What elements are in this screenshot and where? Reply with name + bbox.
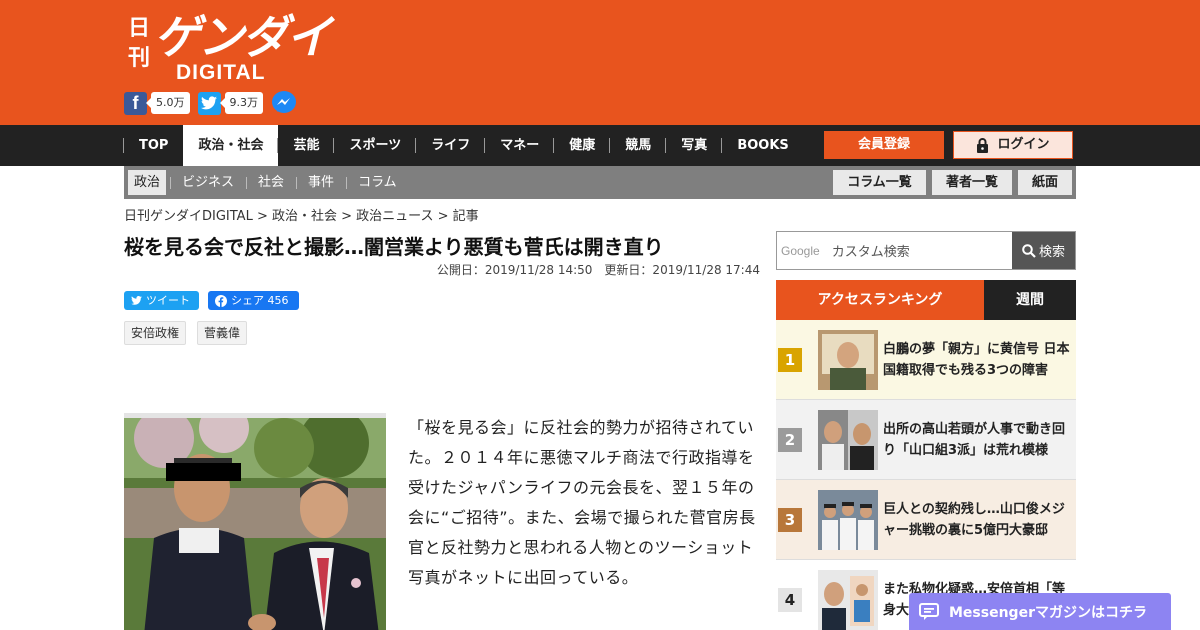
subnav-item-column[interactable]: コラム — [346, 170, 409, 195]
rank-number: 4 — [778, 588, 802, 612]
nav-item-photos[interactable]: 写真 — [665, 125, 722, 166]
search-box: Google カスタム検索 検索 — [776, 231, 1076, 270]
ranking-item[interactable]: 2 出所の高山若頭が人事で動き回り「山口組3派」は荒れ模様 — [776, 400, 1076, 480]
google-brand: Google — [781, 243, 820, 258]
author-list-button[interactable]: 著者一覧 — [932, 170, 1012, 195]
login-button[interactable]: ログイン — [953, 131, 1073, 159]
search-input[interactable]: Google カスタム検索 — [777, 232, 1013, 269]
twitter-icon[interactable] — [197, 91, 221, 115]
sub-nav: 政治 ビジネス 社会 事件 コラム コラム一覧 著者一覧 紙面 — [124, 166, 1076, 199]
twitter-count: 9.3万 — [219, 92, 263, 114]
messenger-icon[interactable] — [271, 90, 297, 116]
logo-main-text: ゲンダイ — [154, 10, 332, 64]
ranking-tabs: アクセスランキング 週間 — [776, 280, 1076, 320]
ranking-title: 巨人との契約残し…山口俊メジャー挑戦の裏に5億円大豪邸 — [883, 502, 1065, 538]
twitter-icon — [131, 296, 142, 305]
subnav-item-society[interactable]: 社会 — [246, 170, 296, 195]
nav-item-health[interactable]: 健康 — [553, 125, 610, 166]
ranking-title: 白鵬の夢「親方」に黄信号 日本国籍取得でも残る3つの障害 — [883, 342, 1070, 378]
login-label: ログイン — [997, 137, 1050, 152]
rank-number: 3 — [778, 508, 802, 532]
social-counts: f 5.0万 9.3万 — [124, 91, 297, 115]
site-header: 日刊 ゲンダイ DIGITAL f 5.0万 9.3万 — [0, 0, 1200, 125]
tag-abe-administration[interactable]: 安倍政権 — [124, 321, 187, 345]
ranking-thumbnail — [818, 330, 878, 390]
ranking-item[interactable]: 1 白鵬の夢「親方」に黄信号 日本国籍取得でも残る3つの障害 — [776, 320, 1076, 400]
nav-item-top[interactable]: TOP — [122, 125, 183, 166]
register-button[interactable]: 会員登録 — [824, 131, 944, 159]
messenger-banner[interactable]: Messengerマガジンはコチラ — [909, 593, 1171, 630]
share-label: シェア 456 — [231, 294, 289, 307]
subnav-item-incidents[interactable]: 事件 — [296, 170, 346, 195]
ranking-thumbnail — [818, 410, 878, 470]
site-logo[interactable]: 日刊 ゲンダイ DIGITAL — [126, 10, 332, 84]
nav-item-entertainment[interactable]: 芸能 — [277, 125, 334, 166]
tab-access-ranking[interactable]: アクセスランキング — [776, 280, 984, 320]
facebook-count: 5.0万 — [146, 92, 190, 114]
facebook-icon[interactable]: f — [124, 91, 147, 115]
messenger-banner-label: Messengerマガジンはコチラ — [949, 604, 1147, 621]
article-title: 桜を見る会で反社と撮影…闇営業より悪質も菅氏は開き直り — [124, 235, 664, 259]
newspaper-button[interactable]: 紙面 — [1018, 170, 1072, 195]
main-nav: TOP 政治・社会 芸能 スポーツ ライフ マネー 健康 競馬 写真 BOOKS… — [0, 125, 1200, 166]
tweet-button[interactable]: ツイート — [124, 291, 199, 310]
ranking-thumbnail — [818, 570, 878, 630]
ranking-title: 出所の高山若頭が人事で動き回り「山口組3派」は荒れ模様 — [883, 422, 1066, 458]
rank-number: 1 — [778, 348, 802, 372]
article-photo[interactable] — [124, 413, 386, 630]
ranking-thumbnail — [818, 490, 878, 550]
logo-small-text: 日刊 — [128, 16, 151, 71]
subnav-item-politics[interactable]: 政治 — [128, 170, 167, 195]
nav-item-politics-society[interactable]: 政治・社会 — [183, 125, 279, 166]
tweet-label: ツイート — [146, 294, 190, 307]
article-dates: 公開日：2019/11/28 14:50 更新日：2019/11/28 17:4… — [436, 263, 760, 277]
page: 日刊 ゲンダイ DIGITAL f 5.0万 9.3万 TOP 政治・社会 芸能… — [0, 0, 1200, 630]
breadcrumb[interactable]: 日刊ゲンダイDIGITAL > 政治・社会 > 政治ニュース > 記事 — [124, 205, 479, 224]
facebook-icon — [215, 294, 227, 307]
tab-weekly[interactable]: 週間 — [984, 280, 1076, 320]
nav-item-life[interactable]: ライフ — [415, 125, 485, 166]
logo-sub-text: DIGITAL — [176, 61, 266, 84]
nav-item-horse-racing[interactable]: 競馬 — [609, 125, 666, 166]
chat-icon — [919, 602, 939, 620]
article-body: 「桜を見る会」に反社会的勢力が招待されていた。２０１４年に悪徳マルチ商法で行政指… — [408, 418, 756, 587]
ranking-item[interactable]: 3 巨人との契約残し…山口俊メジャー挑戦の裏に5億円大豪邸 — [776, 480, 1076, 560]
column-list-button[interactable]: コラム一覧 — [833, 170, 926, 195]
search-button-label: 検索 — [1038, 245, 1065, 260]
nav-item-money[interactable]: マネー — [484, 125, 554, 166]
search-icon — [1022, 243, 1036, 258]
search-button[interactable]: 検索 — [1012, 232, 1075, 269]
lock-icon — [977, 137, 989, 153]
rank-number: 2 — [778, 428, 802, 452]
nav-item-books[interactable]: BOOKS — [721, 125, 803, 166]
subnav-item-business[interactable]: ビジネス — [170, 170, 246, 195]
facebook-share-button[interactable]: シェア 456 — [208, 291, 299, 310]
tag-suga-yoshihide[interactable]: 菅義偉 — [197, 321, 248, 345]
search-placeholder: カスタム検索 — [831, 245, 910, 260]
nav-item-sports[interactable]: スポーツ — [333, 125, 416, 166]
